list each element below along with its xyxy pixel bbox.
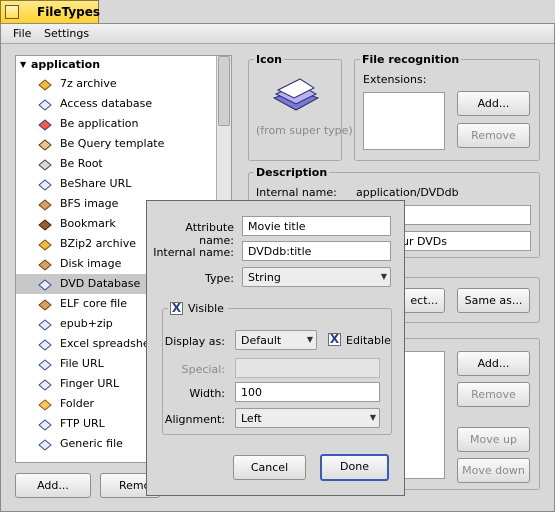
- remove-extension-button[interactable]: Remove: [457, 123, 530, 148]
- internal-name-field[interactable]: DVDdb:title: [242, 241, 391, 261]
- special-field[interactable]: [235, 358, 380, 378]
- visible-toggle[interactable]: X Visible: [168, 301, 228, 317]
- list-item-label: FTP URL: [60, 417, 105, 430]
- alignment-dropdown[interactable]: Left ▼: [235, 408, 380, 428]
- type-dropdown[interactable]: String ▼: [242, 267, 391, 287]
- list-item-label: File URL: [60, 357, 104, 370]
- list-item[interactable]: Be Root: [16, 154, 216, 174]
- app-icon: [38, 118, 52, 131]
- alignment-label: Alignment:: [164, 413, 225, 426]
- folder-icon: [38, 398, 52, 411]
- window-title: FileTypes: [37, 5, 101, 19]
- list-item[interactable]: Be Query template: [16, 134, 216, 154]
- list-item-label: Be Root: [60, 157, 103, 170]
- document-icon: [38, 178, 52, 191]
- list-item-label: Be application: [60, 117, 139, 130]
- list-item-label: Disk image: [60, 257, 122, 270]
- bookmark-icon: [38, 218, 52, 231]
- move-down-button[interactable]: Move down: [457, 458, 530, 483]
- type-label: Type:: [205, 272, 234, 285]
- add-attribute-button[interactable]: Add...: [457, 351, 530, 376]
- icon-caption: (from super type): [256, 124, 353, 137]
- document-icon: [38, 338, 52, 351]
- add-type-button[interactable]: Add...: [15, 473, 91, 498]
- list-item-label: epub+zip: [60, 317, 113, 330]
- width-field[interactable]: 100: [235, 382, 380, 402]
- description-field[interactable]: ur DVDs: [395, 231, 531, 251]
- archive-icon: [38, 238, 52, 251]
- package-icon: [38, 258, 52, 271]
- document-icon: [38, 278, 52, 291]
- list-item[interactable]: 7z archive: [16, 74, 216, 94]
- list-item[interactable]: Be application: [16, 114, 216, 134]
- document-icon: [38, 378, 52, 391]
- root-icon: [38, 158, 52, 171]
- chevron-down-icon: ▼: [369, 413, 376, 422]
- editable-checkbox[interactable]: X: [328, 333, 341, 346]
- list-item-label: Generic file: [60, 437, 123, 450]
- editable-label: Editable: [346, 334, 391, 347]
- scrollbar-thumb[interactable]: [218, 56, 230, 126]
- list-group-label[interactable]: application: [31, 58, 100, 71]
- remove-attribute-button[interactable]: Remove: [457, 382, 530, 407]
- menu-file[interactable]: File: [13, 27, 31, 40]
- window-title-tab[interactable]: FileTypes: [0, 0, 101, 23]
- chevron-down-icon: ▼: [380, 272, 387, 281]
- package-icon: [38, 198, 52, 211]
- document-icon: [38, 318, 52, 331]
- document-icon: [38, 98, 52, 111]
- extensions-label: Extensions:: [363, 73, 427, 86]
- type-name-field[interactable]: [395, 205, 531, 225]
- add-extension-button[interactable]: Add...: [457, 91, 530, 116]
- menu-bar: File Settings: [1, 24, 554, 44]
- list-item-label: Access database: [60, 97, 153, 110]
- list-item-label: BeShare URL: [60, 177, 132, 190]
- width-label: Width:: [189, 387, 225, 400]
- special-label: Special:: [181, 363, 225, 376]
- list-item-label: ELF core file: [60, 297, 127, 310]
- package-icon: [38, 298, 52, 311]
- list-item-label: Folder: [60, 397, 94, 410]
- document-icon: [38, 438, 52, 451]
- attribute-dialog: Attribute name: Movie title Internal nam…: [146, 200, 405, 496]
- extensions-list[interactable]: [363, 92, 445, 150]
- visible-label: Visible: [188, 302, 224, 315]
- internal-name-label: Internal name:: [153, 246, 234, 259]
- close-window-button[interactable]: [5, 5, 19, 19]
- description-title: Description: [254, 166, 330, 179]
- list-item-label: Finger URL: [60, 377, 120, 390]
- list-item-label: 7z archive: [60, 77, 117, 90]
- list-item-label: BZip2 archive: [60, 237, 136, 250]
- list-item-label: BFS image: [60, 197, 119, 210]
- document-icon: [38, 358, 52, 371]
- chevron-down-icon: ▼: [306, 335, 313, 344]
- icon-group-title: Icon: [254, 53, 285, 66]
- display-as-dropdown[interactable]: Default ▼: [235, 330, 317, 350]
- move-up-button[interactable]: Move up: [457, 427, 530, 452]
- cancel-button[interactable]: Cancel: [233, 455, 306, 480]
- display-as-label: Display as:: [164, 335, 225, 348]
- file-recognition-title: File recognition: [360, 53, 462, 66]
- attribute-name-label: Attribute name:: [185, 221, 234, 247]
- same-as-button[interactable]: Same as...: [457, 288, 530, 313]
- list-item-label: Bookmark: [60, 217, 116, 230]
- internal-name-value: application/DVDdb: [356, 186, 459, 199]
- internal-name-label: Internal name:: [256, 186, 337, 199]
- file-type-icon[interactable]: [270, 76, 322, 116]
- list-item[interactable]: BeShare URL: [16, 174, 216, 194]
- list-item[interactable]: Access database: [16, 94, 216, 114]
- document-icon: [38, 418, 52, 431]
- archive-icon: [38, 78, 52, 91]
- menu-settings[interactable]: Settings: [44, 27, 89, 40]
- expand-arrow-icon[interactable]: ▼: [20, 60, 26, 69]
- done-button[interactable]: Done: [320, 454, 389, 481]
- attribute-name-field[interactable]: Movie title: [242, 216, 391, 236]
- visible-checkbox[interactable]: X: [170, 302, 183, 315]
- list-item-label: DVD Database: [60, 277, 141, 290]
- query-icon: [38, 138, 52, 151]
- list-item-label: Be Query template: [60, 137, 165, 150]
